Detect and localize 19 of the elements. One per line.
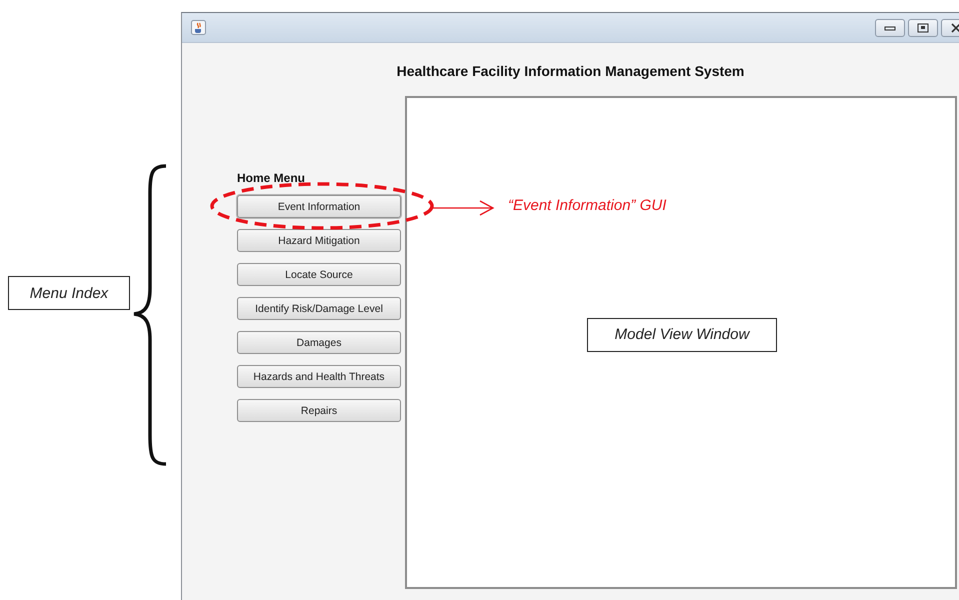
menu-button[interactable]: Hazards and Health Threats — [237, 365, 401, 388]
callout-label: “Event Information” GUI — [508, 197, 666, 214]
menu-button[interactable]: Hazard Mitigation — [237, 229, 401, 252]
menu-button[interactable]: Identify Risk/Damage Level — [237, 297, 401, 320]
arrow — [431, 200, 494, 216]
menu-button[interactable]: Event Information — [237, 195, 401, 218]
coffee-cup-icon — [191, 20, 206, 35]
minimize-icon — [884, 24, 896, 32]
model-view-label: Model View Window — [587, 318, 777, 352]
menu-button[interactable]: Repairs — [237, 399, 401, 422]
minimize-button[interactable] — [875, 18, 905, 36]
maximize-button[interactable] — [908, 18, 938, 36]
maximize-icon — [917, 22, 929, 32]
menu-button[interactable]: Locate Source — [237, 263, 401, 286]
app-title: Healthcare Facility Information Management System — [396, 62, 746, 81]
menu-heading: Home Menu — [237, 171, 306, 185]
close-icon — [950, 22, 959, 32]
menu-button[interactable]: Damages — [237, 331, 401, 354]
menu-index-label: Menu Index — [8, 276, 130, 310]
